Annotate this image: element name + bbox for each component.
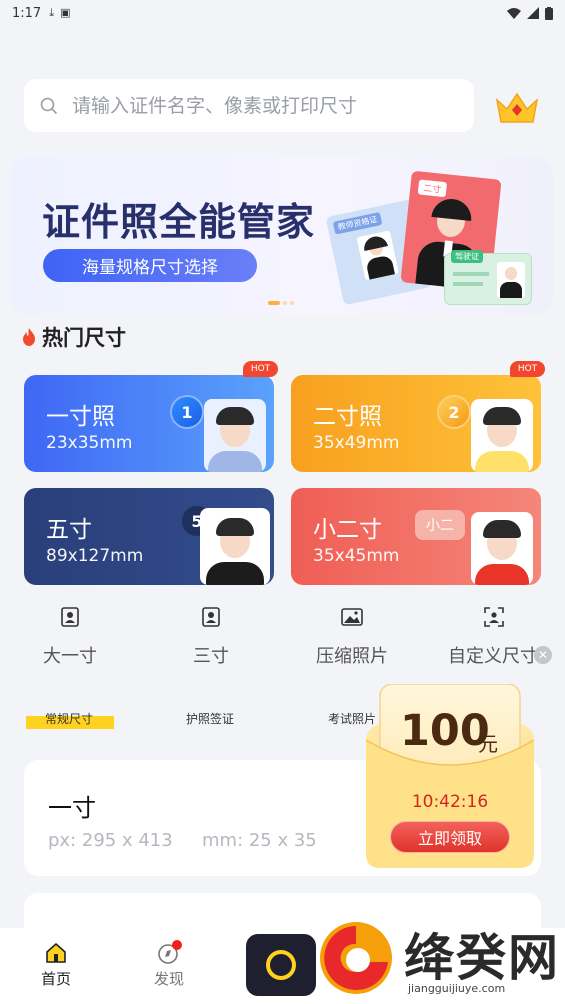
banner-portrait-small xyxy=(356,230,399,281)
hot-card-portrait xyxy=(471,399,533,472)
home-icon xyxy=(45,942,67,964)
banner-title: 证件照全能管家 xyxy=(42,200,316,244)
coupon-timer: 10:42:16 xyxy=(411,792,489,812)
coupon-unit: 元 xyxy=(478,732,498,756)
banner-tag-teacher: 教师资格证 xyxy=(332,211,383,235)
hot-card-number: 1 xyxy=(172,397,202,427)
hot-card-number: 2 xyxy=(439,397,469,427)
banner-tag-driver: 驾驶证 xyxy=(451,250,483,263)
discover-icon xyxy=(158,940,182,964)
hot-card-portrait xyxy=(204,399,266,472)
id-photo-icon xyxy=(59,606,81,628)
hot-card-small2cun[interactable]: 小二寸 35x45mm 小二 xyxy=(291,488,541,585)
hot-card-portrait xyxy=(200,508,270,585)
image-icon xyxy=(341,606,363,628)
hot-card-name: 小二寸 xyxy=(313,517,382,543)
banner-dot xyxy=(290,301,294,305)
claim-button[interactable]: 立即领取 xyxy=(390,821,510,853)
hot-section-label: 热门尺寸 xyxy=(42,326,126,350)
search-icon xyxy=(40,97,57,114)
size-item-px: px: 295 x 413 xyxy=(48,830,173,851)
quick-action-label: 自定义尺寸 xyxy=(448,646,538,667)
custom-crop-icon xyxy=(483,606,505,628)
hot-badge: HOT xyxy=(243,361,278,377)
coupon-amount: 100 xyxy=(400,706,490,756)
vip-crown-icon[interactable] xyxy=(494,90,540,126)
hot-card-2cun[interactable]: 二寸照 35x49mm 2 xyxy=(291,375,541,472)
download-icon: ⤓ xyxy=(49,6,55,19)
camera-button[interactable] xyxy=(246,934,316,996)
hot-card-dim: 35x49mm xyxy=(313,433,400,453)
watermark-text: 绛癸网 xyxy=(404,928,560,987)
quick-action-da1cun[interactable]: 大一寸 xyxy=(20,606,120,668)
signal-icon xyxy=(527,7,539,19)
hot-section-title: 热门尺寸 xyxy=(22,322,126,352)
hot-card-name: 五寸 xyxy=(46,517,92,543)
close-icon[interactable]: ✕ xyxy=(534,646,552,664)
hot-card-name: 二寸照 xyxy=(313,404,382,430)
notification-dot xyxy=(172,940,182,950)
fire-icon xyxy=(23,328,35,346)
nav-discover[interactable]: 发现 xyxy=(139,940,199,989)
hot-card-name: 一寸照 xyxy=(46,404,115,430)
quick-action-label: 大一寸 xyxy=(43,646,97,667)
watermark-logo xyxy=(320,922,392,994)
banner-dot xyxy=(268,301,280,305)
nav-home[interactable]: 首页 xyxy=(26,942,86,989)
nav-home-label: 首页 xyxy=(40,970,71,988)
hot-card-1cun[interactable]: 一寸照 23x35mm 1 xyxy=(24,375,274,472)
quick-action-compress[interactable]: 压缩照片 xyxy=(302,606,402,668)
watermark-url: jiangguijiuye.com xyxy=(408,982,506,995)
camera-lens-icon xyxy=(266,950,296,980)
tab-regular[interactable]: 常规尺寸 xyxy=(45,710,93,727)
banner-dot xyxy=(283,301,287,305)
hot-badge: HOT xyxy=(510,361,545,377)
nav-discover-label: 发现 xyxy=(153,970,184,988)
watermark: 绛癸网 jiangguijiuye.com xyxy=(316,912,565,1004)
size-item-name: 一寸 xyxy=(48,794,96,822)
promo-banner[interactable]: 证件照全能管家 海量规格尺寸选择 教师资格证 二寸 驾驶证 xyxy=(10,157,553,314)
tab-passport[interactable]: 护照签证 xyxy=(186,710,234,727)
coupon-popup[interactable]: 100 元 10:42:16 立即领取 xyxy=(364,684,536,870)
hot-card-dim: 23x35mm xyxy=(46,433,133,453)
hot-card-dim: 35x45mm xyxy=(313,546,400,566)
quick-action-3cun[interactable]: 三寸 xyxy=(161,606,261,668)
search-bar[interactable] xyxy=(24,79,474,132)
hot-card-portrait xyxy=(471,512,533,585)
status-time: 1:17 xyxy=(12,5,42,21)
quick-action-label: 三寸 xyxy=(193,646,229,667)
quick-action-custom[interactable]: 自定义尺寸 xyxy=(444,606,544,668)
banner-card-driver: 驾驶证 xyxy=(444,250,532,305)
search-input[interactable] xyxy=(72,94,452,117)
banner-button[interactable]: 海量规格尺寸选择 xyxy=(43,249,257,282)
status-bar: 1:17 ⤓ ▣ xyxy=(0,0,565,26)
hot-card-dim: 89x127mm xyxy=(46,546,144,566)
banner-tag-2cun: 二寸 xyxy=(417,179,448,198)
id-photo-icon xyxy=(200,606,222,628)
size-item-mm: mm: 25 x 35 xyxy=(202,830,317,851)
hot-card-5cun[interactable]: 五寸 89x127mm 5 xyxy=(24,488,274,585)
banner-pagination xyxy=(268,301,294,305)
quick-action-label: 压缩照片 xyxy=(316,646,388,667)
wifi-icon xyxy=(507,7,521,19)
notification-icon: ▣ xyxy=(60,6,71,19)
battery-icon xyxy=(545,6,553,20)
hot-card-number: 小二 xyxy=(415,510,465,540)
